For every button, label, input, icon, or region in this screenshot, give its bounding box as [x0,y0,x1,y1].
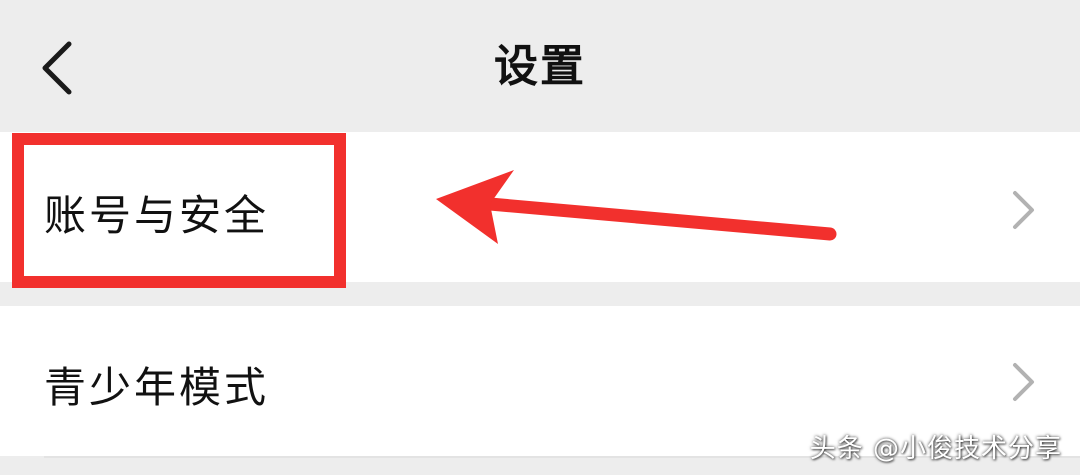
chevron-right-icon [1013,363,1034,401]
page-title: 设置 [494,41,586,92]
settings-screen: 设置 账号与安全 青少年模式 头条 @小俊技术分享 [0,0,1080,475]
settings-item-label: 青少年模式 [44,363,270,412]
navigation-bar: 设置 [0,0,1080,130]
annotation-highlight-box [12,133,346,288]
chevron-right-icon [1013,191,1034,229]
annotation-arrow-icon [436,170,837,244]
watermark: 头条 @小俊技术分享 [809,434,1062,464]
